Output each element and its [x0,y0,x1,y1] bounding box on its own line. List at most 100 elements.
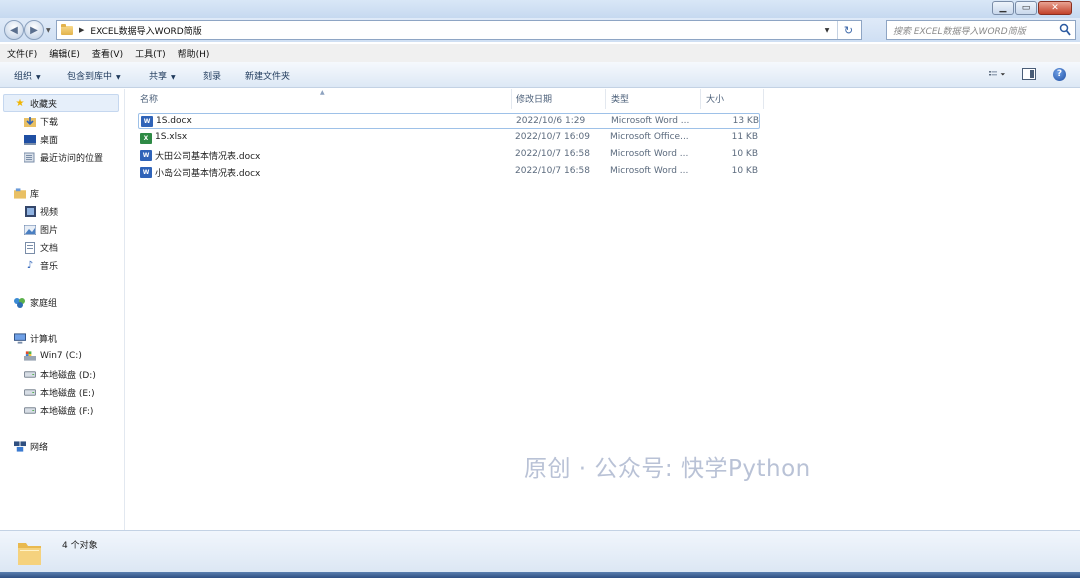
nav-label: 图片 [40,226,59,236]
excel-doc-icon: X [140,132,152,144]
nav-label: 本地磁盘 (D:) [40,371,96,381]
share-button[interactable]: 共享 ▼ [149,69,176,82]
music-note-icon: ♪ [26,260,34,271]
view-options-icon[interactable] [989,67,1005,81]
computer-icon [14,333,26,345]
file-type: Microsoft Office... [610,132,689,142]
sort-ascending-icon: ▲ [320,89,325,96]
menu-view[interactable]: 查看(V) [92,47,123,60]
include-in-library-button[interactable]: 包含到库中 ▼ [67,69,121,82]
nav-item-pictures[interactable]: 图片 [24,223,58,236]
hard-drive-icon [24,387,36,399]
breadcrumb-current-folder[interactable]: EXCEL数据导入WORD简版 [90,24,201,37]
title-bar: ▁ ▭ ✕ [0,0,1080,18]
nav-item-drive-d[interactable]: 本地磁盘 (D:) [24,368,96,381]
nav-network[interactable]: 网络 [14,440,48,453]
picture-icon [24,224,36,236]
nav-item-drive-c[interactable]: Win7 (C:) [24,350,82,362]
nav-label: Win7 (C:) [40,351,82,361]
video-icon [24,206,36,218]
search-placeholder: 搜索 EXCEL数据导入WORD简版 [893,26,1026,37]
nav-computer[interactable]: 计算机 [14,332,57,345]
search-icon[interactable] [1059,23,1071,37]
command-bar: 组织 ▼ 包含到库中 ▼ 共享 ▼ 刻录 新建文件夹 ? [0,62,1080,88]
new-folder-button[interactable]: 新建文件夹 [245,69,290,82]
nav-item-desktop[interactable]: 桌面 [24,133,58,146]
table-row[interactable]: X 1S.xlsx 2022/10/7 16:09 Microsoft Offi… [138,130,760,146]
nav-item-documents[interactable]: 文档 [24,241,58,254]
column-header-type[interactable]: 类型 [611,92,629,105]
search-input[interactable]: 搜索 EXCEL数据导入WORD简版 [886,20,1076,40]
nav-label: 家庭组 [30,299,58,309]
recent-pages-dropdown[interactable]: ▼ [46,27,51,34]
menu-help[interactable]: 帮助(H) [178,47,210,60]
table-row[interactable]: W 大田公司基本情况表.docx 2022/10/7 16:58 Microso… [138,147,760,163]
organize-button[interactable]: 组织 ▼ [14,69,41,82]
column-divider[interactable] [763,89,764,109]
word-doc-icon: W [141,115,153,127]
file-modified: 2022/10/7 16:58 [515,166,590,176]
table-row[interactable]: W 1S.docx 2022/10/6 1:29 Microsoft Word … [138,113,760,129]
nav-item-drive-f[interactable]: 本地磁盘 (F:) [24,404,93,417]
nav-label: 本地磁盘 (E:) [40,389,95,399]
details-pane: 4 个对象 [0,530,1080,572]
file-name: 小岛公司基本情况表.docx [155,169,261,179]
file-modified: 2022/10/6 1:29 [516,116,586,126]
hard-drive-icon [24,405,36,417]
breadcrumb-arrow-icon[interactable]: ▶ [79,26,84,34]
column-divider[interactable] [605,89,606,109]
nav-label: 文档 [40,244,59,254]
nav-libraries[interactable]: 库 [14,187,39,200]
chevron-down-icon: ▼ [171,74,176,81]
preview-pane-icon[interactable] [1021,67,1037,81]
file-list-pane: ▲ 名称 修改日期 类型 大小 W 1S.docx 2022/10/6 1:29… [126,89,1080,530]
file-type: Microsoft Word ... [610,166,689,176]
watermark-text: 原创 · 公众号: 快学Python [524,456,811,482]
file-modified: 2022/10/7 16:58 [515,149,590,159]
menu-file[interactable]: 文件(F) [7,47,37,60]
nav-homegroup[interactable]: 家庭组 [14,296,57,309]
menu-edit[interactable]: 编辑(E) [49,47,80,60]
address-dropdown-icon[interactable]: ▼ [821,21,833,39]
file-size: 10 KB [731,166,758,176]
column-divider[interactable] [511,89,512,109]
nav-item-music[interactable]: ♪ 音乐 [24,259,58,272]
column-header-size[interactable]: 大小 [706,92,724,105]
column-header-name[interactable]: 名称 [140,92,158,105]
recent-places-icon [24,152,36,164]
nav-item-drive-e[interactable]: 本地磁盘 (E:) [24,386,95,399]
nav-item-downloads[interactable]: 下载 [24,115,58,128]
refresh-icon[interactable]: ↻ [837,21,859,39]
nav-label: 计算机 [30,335,58,345]
file-type: Microsoft Word ... [611,116,690,126]
back-button[interactable]: ◀ [4,20,24,40]
taskbar [0,572,1080,578]
nav-label: 视频 [40,208,59,218]
nav-label: 音乐 [40,262,59,272]
nav-item-recent-places[interactable]: 最近访问的位置 [24,151,103,164]
organize-label: 组织 [14,72,33,82]
system-drive-icon [24,350,36,362]
menu-bar: 文件(F) 编辑(E) 查看(V) 工具(T) 帮助(H) [0,44,1080,62]
maximize-button[interactable]: ▭ [1015,1,1037,15]
nav-label: 桌面 [40,136,59,146]
nav-favorites[interactable]: ★ 收藏夹 [3,94,119,112]
table-row[interactable]: W 小岛公司基本情况表.docx 2022/10/7 16:58 Microso… [138,164,760,180]
menu-tools[interactable]: 工具(T) [135,47,166,60]
file-type: Microsoft Word ... [610,149,689,159]
forward-button[interactable]: ▶ [24,20,44,40]
address-row: ◀ ▶ ▼ ▶ EXCEL数据导入WORD简版 ▼ ↻ 搜索 EXCEL数据导入… [0,18,1080,42]
network-icon [14,441,26,453]
nav-item-videos[interactable]: 视频 [24,205,58,218]
file-name: 1S.xlsx [155,132,188,142]
file-size: 13 KB [732,116,759,126]
file-size: 11 KB [731,132,758,142]
help-icon[interactable]: ? [1053,67,1066,81]
minimize-button[interactable]: ▁ [992,1,1014,15]
burn-button[interactable]: 刻录 [203,69,221,82]
address-bar[interactable]: ▶ EXCEL数据导入WORD简版 ▼ ↻ [56,20,862,40]
column-divider[interactable] [700,89,701,109]
window-controls: ▁ ▭ ✕ [992,1,1072,15]
column-header-modified[interactable]: 修改日期 [516,92,552,105]
close-button[interactable]: ✕ [1038,1,1072,15]
